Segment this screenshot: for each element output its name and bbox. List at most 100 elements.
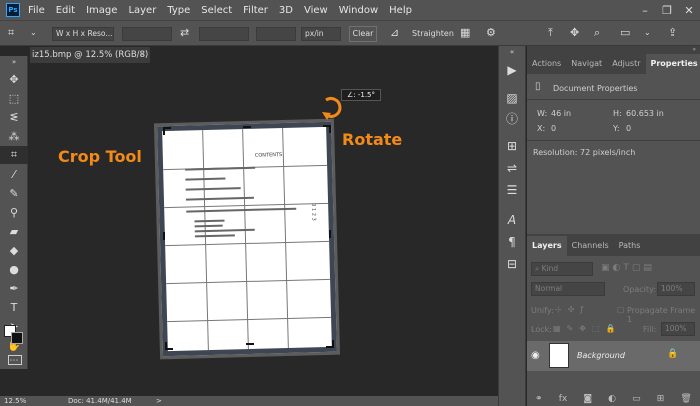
zoom-level[interactable]: 12.5% (4, 396, 26, 406)
minimize-button[interactable]: – (634, 4, 656, 17)
document-tab[interactable]: iz15.bmp @ 12.5% (RGB/8) * ✕ (30, 47, 150, 76)
menu-filter[interactable]: Filter (243, 5, 268, 16)
width-value[interactable]: 46 in (551, 109, 571, 118)
group-folder-icon[interactable]: ▭ (632, 394, 641, 404)
menu-help[interactable]: Help (389, 5, 412, 16)
navigator-panel-icon[interactable]: ▨ (499, 88, 525, 108)
close-tab-icon[interactable]: ✕ (139, 47, 146, 63)
search-icon[interactable]: ⌕ (594, 26, 600, 40)
fx-icon[interactable]: fx (559, 394, 568, 404)
crop-tool-icon[interactable]: ⌗ (0, 146, 28, 164)
crop-handle-bottom-left[interactable] (165, 342, 173, 350)
history-panel-icon[interactable]: ☰ (499, 180, 525, 200)
unit-dropdown[interactable]: px/in (301, 27, 341, 41)
mask-icon[interactable]: ◙ (583, 394, 592, 404)
status-arrow[interactable]: > (156, 396, 162, 406)
tab-layers[interactable]: Layers (527, 236, 567, 256)
share-up-icon[interactable]: ⇪ (668, 26, 677, 39)
lock-icons[interactable]: ▦✎✥⬚🔒 (553, 324, 621, 333)
width-input[interactable] (122, 27, 172, 41)
height-value[interactable]: 60.653 in (626, 109, 664, 118)
workspace-chevron-icon[interactable]: ⌄ (644, 28, 651, 37)
tab-adjustments[interactable]: Adjustr (607, 54, 645, 74)
menu-select[interactable]: Select (201, 5, 232, 16)
tab-navigator[interactable]: Navigat (566, 54, 607, 74)
lasso-tool-icon[interactable]: ᓬ (0, 108, 28, 126)
crop-handle-top[interactable] (243, 126, 251, 128)
menu-file[interactable]: File (28, 5, 45, 16)
brush-tool-icon[interactable]: ✎ (0, 184, 28, 202)
layer-kind-filter[interactable]: ⌕ Kind (531, 262, 593, 276)
adjustment-layer-icon[interactable]: ◐ (608, 394, 616, 404)
strip-collapse-icon[interactable]: « (499, 48, 525, 56)
doc-size[interactable]: Doc: 41.4M/41.4M (68, 396, 132, 406)
propagate-checkbox[interactable]: ☐ (617, 306, 624, 315)
crop-handle-bottom[interactable] (246, 343, 254, 345)
tab-actions[interactable]: Actions (527, 54, 566, 74)
pan-icon[interactable]: ✥ (570, 26, 579, 39)
stamp-tool-icon[interactable]: ⚲ (0, 203, 28, 221)
overlay-grid-icon[interactable]: ▦ (460, 26, 470, 39)
crop-handle-bottom-right[interactable] (326, 340, 334, 348)
menu-view[interactable]: View (304, 5, 328, 16)
opacity-input[interactable]: 100% (657, 282, 695, 296)
crop-handle-right[interactable] (329, 230, 331, 238)
straighten-label[interactable]: Straighten (412, 29, 454, 38)
tab-paths[interactable]: Paths (614, 236, 646, 256)
crop-tool-preset-icon[interactable]: ⌗ (8, 26, 14, 40)
info-panel-icon[interactable]: ⓘ (499, 108, 525, 128)
y-value[interactable]: 0 (626, 124, 631, 133)
actions-panel-icon[interactable]: ▶ (499, 60, 525, 80)
magic-wand-tool-icon[interactable]: ⁂ (0, 127, 28, 145)
blend-mode-dropdown[interactable]: Normal (531, 282, 605, 296)
layer-filter-icons[interactable]: ▣◐T▢▤ (601, 263, 655, 273)
x-value[interactable]: 0 (551, 124, 556, 133)
bucket-tool-icon[interactable]: ◆ (0, 241, 28, 259)
dodge-tool-icon[interactable]: ● (0, 260, 28, 278)
toolbar-collapse-icon[interactable]: » (0, 58, 28, 66)
menu-layer[interactable]: Layer (128, 5, 156, 16)
move-tool-icon[interactable]: ✥ (0, 70, 28, 88)
crop-handle-top-right[interactable] (323, 125, 331, 133)
share-icon[interactable]: ⤒ (548, 26, 553, 40)
menu-3d[interactable]: 3D (279, 5, 293, 16)
eyedropper-tool-icon[interactable]: ⁄ (0, 165, 28, 183)
tab-properties[interactable]: Properties (645, 54, 700, 74)
paragraph-panel-icon[interactable]: ¶ (499, 232, 525, 252)
height-input[interactable] (199, 27, 249, 41)
swatches-panel-icon[interactable]: ⊞ (499, 136, 525, 156)
layer-name[interactable]: Background (577, 351, 625, 360)
document-canvas[interactable]: CONTENTS 3 1 2 3 (157, 121, 337, 357)
marquee-tool-icon[interactable]: ⬚ (0, 89, 28, 107)
link-layers-icon[interactable]: ⚭ (535, 394, 543, 404)
crop-handle-top-left[interactable] (163, 127, 171, 135)
new-layer-icon[interactable]: ⊞ (657, 394, 665, 404)
workspace-icon[interactable]: ▭ (620, 26, 630, 39)
menu-image[interactable]: Image (86, 5, 117, 16)
background-color-swatch[interactable] (11, 332, 23, 344)
close-window-button[interactable]: ✕ (678, 4, 700, 17)
straighten-icon[interactable]: ⊿ (390, 26, 399, 39)
unify-icons[interactable]: ⊹✣ƒ (555, 305, 589, 314)
layer-row[interactable]: ◉ Background 🔒 (527, 341, 700, 371)
character-panel-icon[interactable]: A (499, 210, 525, 230)
menu-window[interactable]: Window (339, 5, 378, 16)
eye-icon[interactable]: ◉ (531, 350, 540, 361)
trash-icon[interactable]: 🗑 (680, 394, 691, 404)
menu-type[interactable]: Type (167, 5, 190, 16)
resolution-input[interactable] (256, 27, 296, 41)
eraser-tool-icon[interactable]: ▰ (0, 222, 28, 240)
menu-edit[interactable]: Edit (56, 5, 75, 16)
chevron-down-icon[interactable]: ⌄ (30, 28, 37, 37)
glyphs-panel-icon[interactable]: ⊟ (499, 254, 525, 274)
pen-tool-icon[interactable]: ✒ (0, 279, 28, 297)
fill-input[interactable]: 100% (661, 322, 695, 336)
ratio-dropdown[interactable]: W x H x Reso... (52, 27, 114, 41)
text-tool-icon[interactable]: T (0, 298, 28, 316)
swap-icon[interactable]: ⇄ (180, 26, 189, 39)
quick-mask-icon[interactable] (8, 355, 22, 365)
clear-button[interactable]: Clear (349, 26, 377, 42)
crop-handle-left[interactable] (163, 232, 165, 240)
tab-channels[interactable]: Channels (567, 236, 614, 256)
adjustments-panel-icon[interactable]: ⇌ (499, 158, 525, 178)
